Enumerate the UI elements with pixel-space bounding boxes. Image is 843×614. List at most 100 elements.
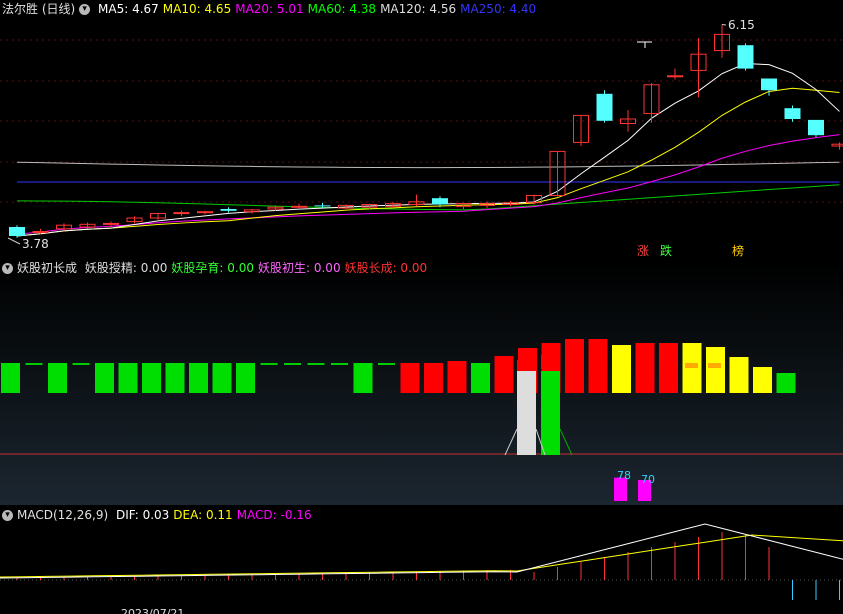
indicator-dash xyxy=(307,363,325,365)
signal-bar-green xyxy=(541,371,560,455)
indicator-bar xyxy=(471,363,490,393)
ma-legend: MA5: 4.67 MA10: 4.65 MA20: 5.01 MA60: 4.38 M… xyxy=(98,2,540,16)
candle-body xyxy=(667,75,683,78)
high-pointer xyxy=(721,24,727,26)
signal-fall: 跌 xyxy=(660,244,673,258)
indicator-bar xyxy=(118,363,138,393)
indicator-legend: 妖股授精: 0.00 妖股孕育: 0.00 妖股初生: 0.00 妖股长成: 0.00 xyxy=(85,261,431,275)
candle-body xyxy=(831,143,843,147)
candle-body xyxy=(291,205,307,208)
candle-body xyxy=(596,93,613,121)
ma-legend-item: MA5: 4.67 xyxy=(98,2,159,16)
indicator-legend-item: 妖股初生: 0.00 xyxy=(258,261,341,275)
indicator-dash xyxy=(260,363,278,365)
high-price-label: 6.15 xyxy=(728,18,755,32)
candle-body xyxy=(432,198,448,205)
candle-body xyxy=(103,222,119,225)
indicator-chart[interactable] xyxy=(0,259,843,505)
indicator-bar xyxy=(400,363,420,393)
indicator-dash xyxy=(72,363,90,365)
indicator-bar xyxy=(142,363,161,393)
mark-value-1: 78 xyxy=(617,469,631,482)
ma-line xyxy=(16,87,840,237)
candle-body xyxy=(314,205,331,207)
ma-legend-item: MA20: 5.01 xyxy=(235,2,304,16)
indicator-bar xyxy=(753,367,772,393)
signal-curve xyxy=(504,428,518,456)
ma-line xyxy=(16,161,840,169)
macd-title: MACD(12,26,9) xyxy=(17,508,109,522)
indicator-bar xyxy=(729,357,749,393)
indicator-bar xyxy=(1,363,20,393)
indicator-dash xyxy=(25,363,43,365)
signal-bar-red-cap xyxy=(517,360,536,371)
low-pointer xyxy=(7,237,21,245)
ma-line xyxy=(16,134,840,235)
indicator-bar xyxy=(612,345,631,393)
macd-legend: DIF: 0.03 DEA: 0.11 MACD: -0.16 xyxy=(116,508,316,522)
orange-mark xyxy=(685,363,698,368)
indicator-bar xyxy=(776,373,796,393)
indicator-bar xyxy=(189,363,208,393)
indicator-bar xyxy=(494,356,514,393)
ma-line xyxy=(16,63,840,237)
ma-legend-item: MA60: 4.38 xyxy=(307,2,377,16)
dea-line xyxy=(0,534,843,578)
signal-bar-gray xyxy=(517,371,536,455)
indicator-bar xyxy=(706,347,725,393)
candle-body xyxy=(197,211,213,214)
signal-rise: 涨 xyxy=(637,244,650,258)
candle-body xyxy=(784,108,801,119)
candle-body xyxy=(32,231,49,233)
cursor-date-label: 2023/07/21 xyxy=(121,607,185,614)
indicator-bar xyxy=(95,363,114,393)
macd-legend-item: MACD: -0.16 xyxy=(236,508,312,522)
indicator-bar xyxy=(48,363,67,393)
orange-mark xyxy=(708,363,721,368)
macd-panel[interactable]: ▾ MACD(12,26,9) DIF: 0.03 DEA: 0.11 MACD: -… xyxy=(0,505,843,614)
indicator-header: ▾ 妖股初长成 妖股授精: 0.00 妖股孕育: 0.00 妖股初生: 0.00 妖股长… xyxy=(2,259,435,277)
signal-curve xyxy=(559,428,573,456)
mark-value-2: 70 xyxy=(641,473,655,486)
ma-legend-item: MA250: 4.40 xyxy=(460,2,537,16)
macd-legend-item: DEA: 0.11 xyxy=(173,508,233,522)
ma-legend-item: MA10: 4.65 xyxy=(162,2,232,16)
candlestick-chart[interactable] xyxy=(0,0,843,259)
macd-header: ▾ MACD(12,26,9) DIF: 0.03 DEA: 0.11 MACD: -… xyxy=(2,506,320,524)
indicator-bar xyxy=(424,363,443,393)
indicator-bar xyxy=(236,363,255,393)
indicator-dash xyxy=(331,363,348,365)
indicator-panel[interactable]: ▾ 妖股初长成 妖股授精: 0.00 妖股孕育: 0.00 妖股初生: 0.00 妖股长… xyxy=(0,259,843,505)
price-chart-header: 法尔胜 (日线) ▾ MA5: 4.67 MA10: 4.65 MA20: 5.01 M… xyxy=(2,0,544,18)
signal-list: 榜 xyxy=(732,244,745,258)
chevron-down-icon[interactable]: ▾ xyxy=(79,4,91,15)
candle-body xyxy=(220,209,237,211)
low-price-label: 3.78 xyxy=(22,237,49,251)
candle-body xyxy=(173,212,190,215)
indicator-bar xyxy=(165,363,185,393)
indicator-bar xyxy=(659,343,678,393)
indicator-bar xyxy=(212,363,232,393)
candle-body xyxy=(761,78,777,91)
dif-line xyxy=(0,523,843,579)
indicator-bar xyxy=(635,343,655,393)
indicator-legend-item: 妖股长成: 0.00 xyxy=(344,261,428,275)
indicator-bar xyxy=(447,361,467,393)
indicator-bar xyxy=(588,339,608,393)
chevron-down-icon[interactable]: ▾ xyxy=(2,263,13,274)
candle-body xyxy=(9,227,25,236)
signal-bar-red-cap xyxy=(541,355,560,369)
indicator-bar xyxy=(565,339,584,393)
stock-title: 法尔胜 (日线) xyxy=(2,2,76,16)
indicator-title: 妖股初长成 xyxy=(17,261,78,275)
candle-body xyxy=(737,45,754,69)
indicator-legend-item: 妖股授精: 0.00 xyxy=(84,261,168,275)
chevron-down-icon[interactable]: ▾ xyxy=(2,510,13,521)
candle-body xyxy=(808,119,824,136)
price-chart-panel[interactable]: 法尔胜 (日线) ▾ MA5: 4.67 MA10: 4.65 MA20: 5.01 M… xyxy=(0,0,843,259)
macd-legend-item: DIF: 0.03 xyxy=(115,508,170,522)
indicator-dash xyxy=(284,363,301,365)
indicator-dash xyxy=(378,363,395,365)
ma-legend-item: MA120: 4.56 xyxy=(380,2,457,16)
indicator-bar xyxy=(353,363,373,393)
